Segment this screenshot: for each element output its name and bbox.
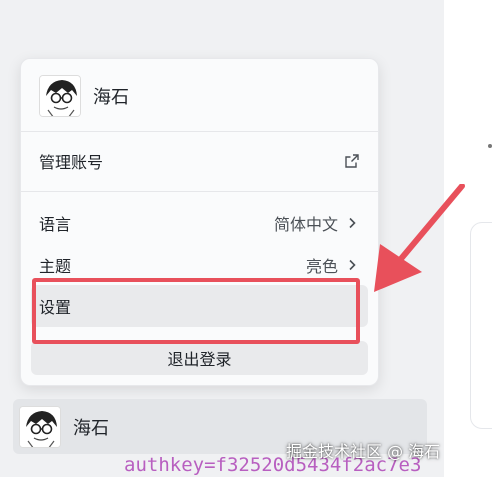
external-link-icon bbox=[345, 154, 359, 168]
language-value-group: 简体中文 bbox=[274, 211, 356, 235]
watermark: 掘金技术社区 @ 海石 bbox=[286, 442, 441, 461]
divider bbox=[21, 131, 378, 132]
language-label: 语言 bbox=[39, 215, 72, 234]
avatar bbox=[39, 75, 81, 117]
dot-marker bbox=[488, 144, 492, 148]
theme-value: 亮色 bbox=[305, 257, 338, 276]
content-card bbox=[470, 222, 492, 429]
theme-item[interactable]: 主题 亮色 bbox=[21, 251, 378, 279]
avatar bbox=[19, 405, 61, 448]
manage-account-label: 管理账号 bbox=[39, 153, 104, 172]
annotation-arrow bbox=[374, 184, 465, 292]
chevron-right-icon bbox=[349, 217, 356, 229]
theme-value-group: 亮色 bbox=[306, 253, 356, 277]
logout-label: 退出登录 bbox=[167, 350, 232, 369]
language-item[interactable]: 语言 简体中文 bbox=[21, 209, 378, 237]
logout-button[interactable]: 退出登录 bbox=[31, 341, 368, 375]
divider bbox=[21, 191, 378, 192]
sidebar-user-name: 海石 bbox=[73, 417, 109, 439]
chevron-right-icon bbox=[349, 259, 356, 271]
user-header: 海石 bbox=[21, 73, 378, 119]
language-value: 简体中文 bbox=[273, 215, 338, 234]
highlight-box bbox=[32, 278, 360, 344]
theme-label: 主题 bbox=[39, 257, 72, 276]
user-name: 海石 bbox=[93, 87, 129, 108]
manage-account-item[interactable]: 管理账号 bbox=[21, 147, 378, 175]
